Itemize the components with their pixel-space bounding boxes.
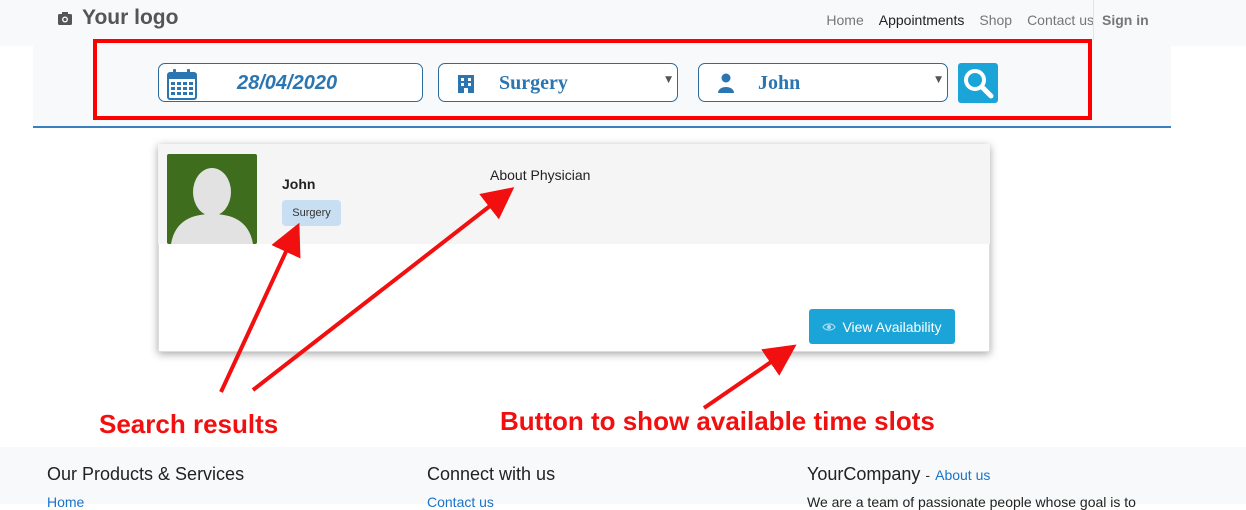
- footer-title-separator: -: [925, 467, 931, 483]
- footer-company-description: We are a team of passionate people whose…: [807, 494, 1136, 510]
- arrow-to-button: [702, 344, 797, 410]
- footer-connect-title: Connect with us: [427, 464, 556, 484]
- footer-contact-link[interactable]: Contact us: [427, 494, 494, 510]
- annotation-search-results: Search results: [99, 409, 279, 439]
- footer-company-name: YourCompany: [807, 464, 921, 484]
- footer-home-link[interactable]: Home: [47, 494, 84, 510]
- footer-about-link[interactable]: About us: [935, 467, 990, 483]
- arrow-to-about: [251, 187, 515, 392]
- annotation-button-note: Button to show available time slots: [500, 406, 935, 436]
- footer-company-title: YourCompany - About us: [807, 464, 990, 485]
- footer-products-title: Our Products & Services: [47, 464, 245, 484]
